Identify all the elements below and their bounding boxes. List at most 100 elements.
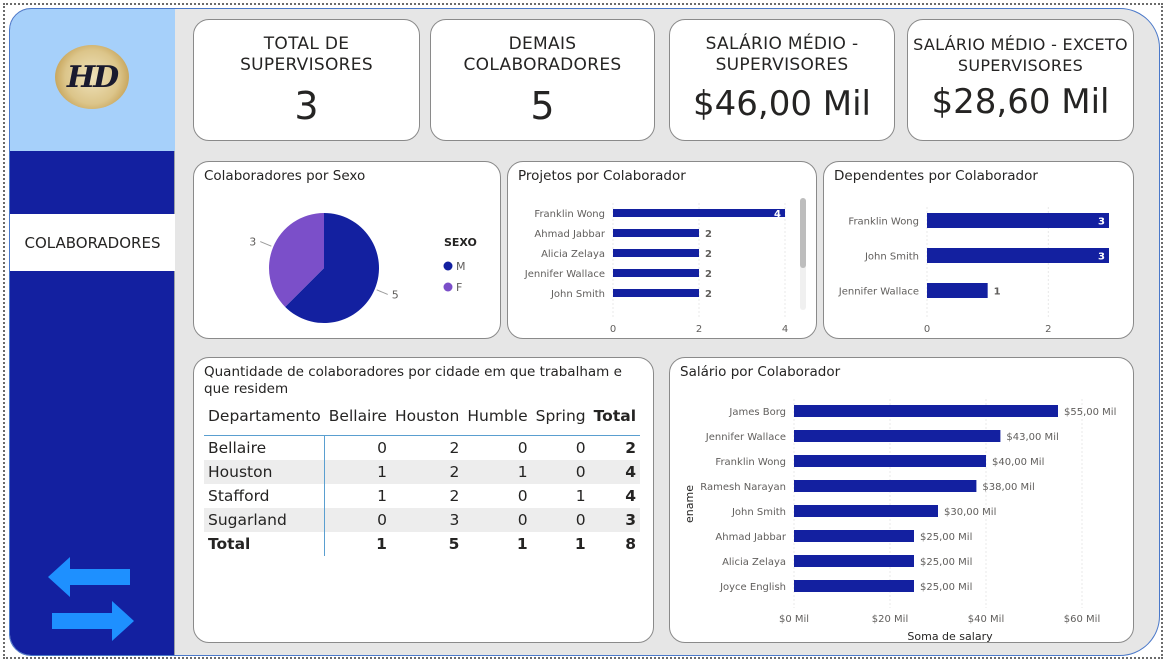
legend-label: F <box>456 281 462 294</box>
data-label: 1 <box>994 287 1001 298</box>
company-logo: HD <box>55 45 129 109</box>
y-category-label: Ramesh Narayan <box>700 482 786 493</box>
x-axis-title: Soma de salary <box>907 630 993 642</box>
col-header[interactable]: Houston <box>391 404 463 436</box>
y-category-label: Jennifer Wallace <box>838 287 919 298</box>
cell: 0 <box>517 486 528 505</box>
report-canvas: HD COLABORADORES TOTAL DE SUPERVISORES 3… <box>9 8 1160 656</box>
nav-item-colaboradores[interactable]: COLABORADORES <box>10 214 175 271</box>
row-header: Bellaire <box>204 435 326 460</box>
bar <box>927 213 1109 228</box>
legend-marker <box>443 261 453 271</box>
col-header[interactable]: Bellaire <box>325 404 391 436</box>
matrix-header-row: Departamento Bellaire Houston Humble Spr… <box>204 404 641 436</box>
projetos-chart-card: Projetos por Colaborador 0 2 4 Franklin Won… <box>507 161 817 339</box>
cell: 1 <box>516 534 528 553</box>
pie-chart: 5 3 SEXO MF <box>249 213 477 323</box>
pie-data-label: 3 <box>249 236 256 249</box>
x-tick-label: $40 Mil <box>968 614 1004 625</box>
cell: 0 <box>575 438 586 457</box>
kpi-value: 3 <box>294 84 319 128</box>
data-label: $40,00 Mil <box>992 457 1044 468</box>
pie-chart-card: Colaboradores por Sexo 5 3 SEXO M F <box>193 161 501 339</box>
bar <box>613 229 699 237</box>
data-label: $38,00 Mil <box>982 482 1034 493</box>
col-header[interactable]: Humble <box>463 404 531 436</box>
y-axis-title: ename <box>683 485 696 523</box>
scrollbar-thumb[interactable] <box>800 198 806 268</box>
col-header[interactable]: Spring <box>532 404 590 436</box>
row-total: 4 <box>589 459 641 484</box>
chart-title: Dependentes por Colaborador <box>834 168 1038 184</box>
cell: 1 <box>463 459 532 484</box>
cell: 2 <box>449 438 460 457</box>
data-label: $25,00 Mil <box>920 532 972 543</box>
row-header: Houston <box>204 459 326 484</box>
bar <box>794 505 938 517</box>
cell: 0 <box>517 438 528 457</box>
bar <box>794 580 914 592</box>
y-category-label: Franklin Wong <box>534 209 605 220</box>
col-header[interactable]: Total <box>590 404 640 436</box>
x-tick-label: $60 Mil <box>1064 614 1100 625</box>
kpi-salario-medio-supervisores: SALÁRIO MÉDIO - SUPERVISORES $46,00 Mil <box>669 19 895 141</box>
x-tick-label: 0 <box>610 324 616 335</box>
bar <box>794 430 1001 442</box>
x-tick-label: 2 <box>696 324 702 335</box>
y-category-label: Jennifer Wallace <box>705 432 786 443</box>
kpi-title: TOTAL DE SUPERVISORES <box>240 34 373 75</box>
total-row: Total 1 5 1 1 8 <box>204 531 640 556</box>
matrix-title: Quantidade de colaboradores por cidade e… <box>204 364 622 397</box>
dependentes-chart-card: Dependentes por Colaborador 0 2 Franklin W… <box>823 161 1134 339</box>
swap-arrows-icon[interactable] <box>48 557 134 643</box>
pie-leader-line <box>260 241 272 247</box>
cell: 0 <box>377 438 387 457</box>
cell: 1 <box>324 459 391 484</box>
cell: 0 <box>531 459 590 484</box>
row-total: 4 <box>625 486 637 505</box>
y-category-label: Alicia Zelaya <box>722 557 786 568</box>
row-total: 2 <box>625 438 637 457</box>
x-tick-label: $20 Mil <box>872 614 908 625</box>
data-label: 2 <box>705 229 712 240</box>
y-category-label: Franklin Wong <box>715 457 786 468</box>
chart-title: Colaboradores por Sexo <box>204 168 366 184</box>
table-row: Sugarland 0 3 0 0 3 <box>204 507 641 532</box>
bar <box>794 480 977 492</box>
chart-title: Projetos por Colaborador <box>518 168 686 184</box>
y-category-label: Jennifer Wallace <box>524 269 605 280</box>
x-tick-label: 0 <box>924 324 930 335</box>
projetos-bar-chart: 0 2 4 Franklin Wong 4 Ahmad Jabbar 2 Alicia Zel… <box>524 203 788 335</box>
y-category-label: John Smith <box>731 507 786 518</box>
data-label: 2 <box>705 249 712 260</box>
bar <box>927 248 1109 263</box>
bar <box>613 269 699 277</box>
cell: 0 <box>463 507 532 532</box>
col-header[interactable]: Departamento <box>204 404 325 436</box>
row-header: Sugarland <box>204 507 326 532</box>
y-category-label: John Smith <box>864 252 919 263</box>
cell: 1 <box>574 534 586 553</box>
kpi-title: SALÁRIO MÉDIO - EXCETO SUPERVISORES <box>913 35 1128 75</box>
kpi-salario-medio-exceto-supervisores: SALÁRIO MÉDIO - EXCETO SUPERVISORES $28,… <box>907 19 1134 141</box>
kpi-title: SALÁRIO MÉDIO - SUPERVISORES <box>705 34 859 75</box>
table-row: Bellaire 0 2 0 0 2 <box>204 435 640 460</box>
data-label: 2 <box>705 269 712 280</box>
cell: 3 <box>390 507 464 532</box>
table-row: Stafford 1 2 0 1 4 <box>204 483 640 508</box>
data-label: 3 <box>1098 217 1105 228</box>
cell: 1 <box>376 534 387 553</box>
kpi-demais-colaboradores: DEMAIS COLABORADORES 5 <box>430 19 655 141</box>
salario-bar-chart: $0 Mil $20 Mil $40 Mil $60 Mil James Borg $55… <box>683 399 1116 642</box>
cell: 5 <box>448 534 460 553</box>
salario-chart-card: Salário por Colaborador $0 Mil $20 Mil $40… <box>669 357 1134 643</box>
bar <box>794 405 1058 417</box>
scrollbar[interactable] <box>800 198 806 310</box>
bar <box>794 530 914 542</box>
kpi-value: $28,60 Mil <box>931 82 1110 122</box>
data-label: $30,00 Mil <box>944 507 996 518</box>
cell: 0 <box>531 507 590 532</box>
cell: 2 <box>449 486 460 505</box>
pie-data-label: 5 <box>392 288 399 301</box>
legend-label: M <box>456 260 466 273</box>
